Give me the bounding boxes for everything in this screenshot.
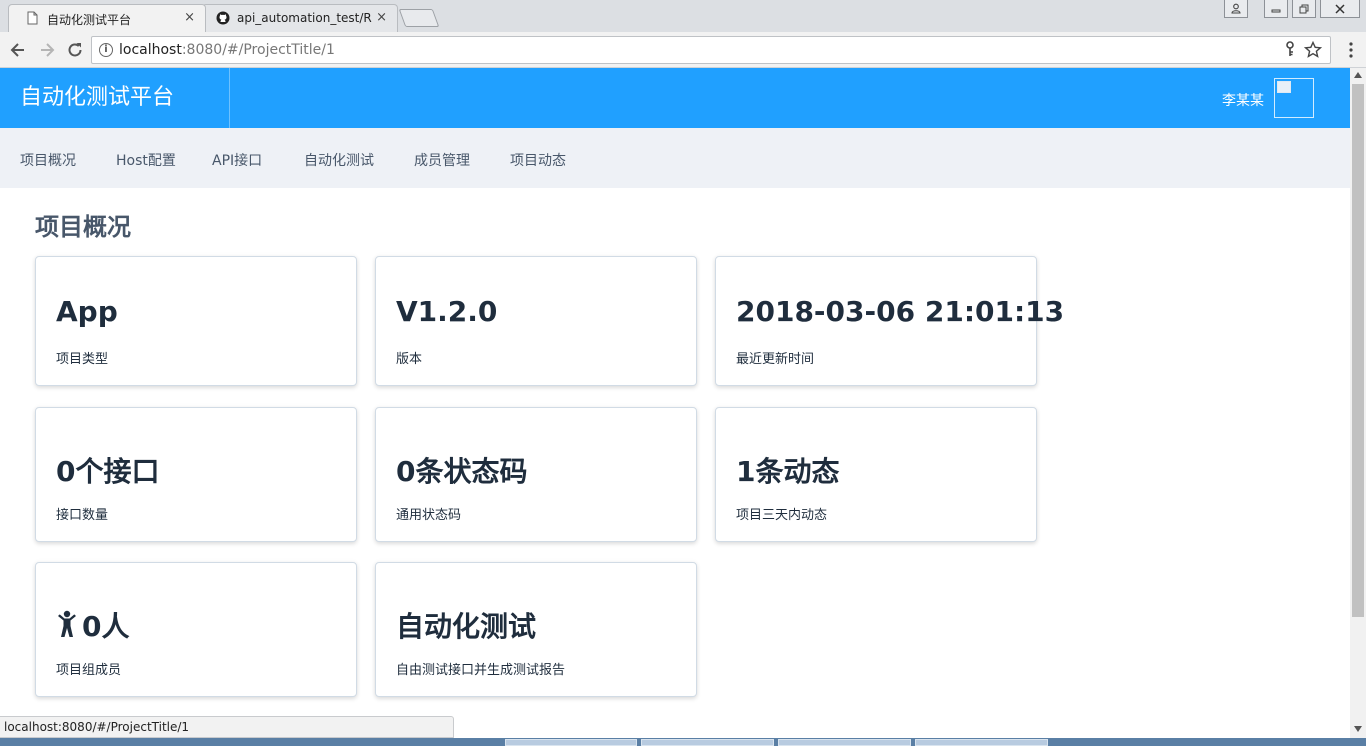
project-nav: 项目概况 Host配置 API接口 自动化测试 成员管理 项目动态 — [0, 128, 1350, 188]
nav-item-host-config[interactable]: Host配置 — [116, 150, 176, 170]
card-value-wrap: 0人 — [56, 605, 129, 645]
user-name[interactable]: 李某某 — [1222, 90, 1264, 110]
card-label: 版本 — [396, 352, 423, 367]
card-version: V1.2.0 版本 — [375, 256, 697, 386]
page-scrollbar[interactable] — [1350, 68, 1366, 738]
back-icon[interactable] — [7, 41, 29, 59]
browser-tabstrip: 自动化测试平台 × api_automation_test/R × — [0, 0, 1366, 32]
page-viewport: 自动化测试平台 李某某 项目概况 Host配置 API接口 自动化测试 成员管理… — [0, 68, 1350, 738]
bookmark-star-icon[interactable] — [1304, 41, 1322, 59]
browser-tab-active[interactable]: 自动化测试平台 × — [8, 4, 206, 32]
card-api-count[interactable]: 0个接口 接口数量 — [35, 407, 357, 542]
nav-item-dynamics[interactable]: 项目动态 — [510, 150, 566, 170]
nav-item-overview[interactable]: 项目概况 — [20, 150, 76, 170]
card-value: V1.2.0 — [396, 295, 498, 328]
github-icon — [216, 11, 230, 25]
reload-icon[interactable] — [64, 41, 86, 59]
restore-icon[interactable] — [1292, 0, 1316, 18]
card-label: 最近更新时间 — [736, 352, 815, 367]
scroll-thumb[interactable] — [1352, 84, 1364, 617]
card-value: 0个接口 — [56, 455, 160, 488]
browser-toolbar: i localhost:8080/#/ProjectTitle/1 — [0, 32, 1366, 68]
status-bar: localhost:8080/#/ProjectTitle/1 — [0, 716, 454, 738]
browser-tab-github[interactable]: api_automation_test/R × — [202, 4, 398, 32]
card-label: 自由测试接口并生成测试报告 — [396, 663, 566, 678]
key-icon[interactable] — [1284, 41, 1296, 57]
app-header: 自动化测试平台 李某某 — [0, 68, 1350, 128]
scroll-up-icon[interactable] — [1354, 72, 1362, 78]
tab-title: 自动化测试平台 — [47, 13, 132, 27]
card-label: 项目组成员 — [56, 663, 122, 678]
card-members[interactable]: 0人 项目组成员 — [35, 562, 357, 697]
taskbar-item[interactable] — [778, 739, 911, 746]
close-window-icon[interactable] — [1320, 0, 1360, 18]
tab-close-icon[interactable]: × — [184, 10, 195, 25]
card-project-type: App 项目类型 — [35, 256, 357, 386]
page-icon — [27, 11, 38, 25]
window-controls — [1224, 0, 1360, 20]
card-value: App — [56, 295, 118, 328]
info-icon[interactable]: i — [99, 43, 113, 57]
card-value: 自动化测试 — [396, 610, 537, 643]
page-title: 项目概况 — [35, 213, 131, 241]
taskbar-item[interactable] — [641, 739, 774, 746]
avatar[interactable] — [1274, 78, 1314, 118]
card-automation-test[interactable]: 自动化测试 自由测试接口并生成测试报告 — [375, 562, 697, 697]
person-icon — [58, 610, 76, 637]
broken-image-icon — [1277, 81, 1291, 93]
nav-item-api[interactable]: API接口 — [212, 150, 262, 170]
card-value: 2018-03-06 21:01:13 — [736, 295, 1065, 328]
more-menu-icon[interactable] — [1348, 42, 1354, 58]
card-value: 1条动态 — [736, 455, 840, 488]
card-value: 0条状态码 — [396, 455, 528, 488]
new-tab-button[interactable] — [398, 9, 440, 27]
nav-item-automation-test[interactable]: 自动化测试 — [304, 150, 374, 170]
address-url: localhost:8080/#/ProjectTitle/1 — [119, 42, 335, 58]
card-label: 通用状态码 — [396, 508, 462, 523]
taskbar-item[interactable] — [505, 739, 637, 746]
user-profile-icon[interactable] — [1224, 0, 1248, 18]
tab-title: api_automation_test/R — [237, 11, 372, 25]
os-taskbar — [0, 738, 1366, 746]
forward-icon[interactable] — [36, 41, 58, 59]
card-label: 接口数量 — [56, 508, 109, 523]
card-label: 项目类型 — [56, 352, 109, 367]
card-status-codes[interactable]: 0条状态码 通用状态码 — [375, 407, 697, 542]
address-bar[interactable]: i localhost:8080/#/ProjectTitle/1 — [91, 36, 1331, 64]
card-dynamics[interactable]: 1条动态 项目三天内动态 — [715, 407, 1037, 542]
taskbar-item[interactable] — [915, 739, 1048, 746]
card-label: 项目三天内动态 — [736, 508, 828, 523]
scroll-down-icon[interactable] — [1354, 726, 1362, 732]
nav-item-members[interactable]: 成员管理 — [414, 150, 470, 170]
url-path: :8080/#/ProjectTitle/1 — [181, 42, 335, 58]
minimize-icon[interactable] — [1264, 0, 1288, 18]
tab-close-icon[interactable]: × — [376, 10, 387, 25]
card-last-updated: 2018-03-06 21:01:13 最近更新时间 — [715, 256, 1064, 386]
brand-title[interactable]: 自动化测试平台 — [0, 68, 230, 128]
url-host: localhost — [119, 42, 182, 58]
card-value: 0人 — [82, 610, 130, 643]
